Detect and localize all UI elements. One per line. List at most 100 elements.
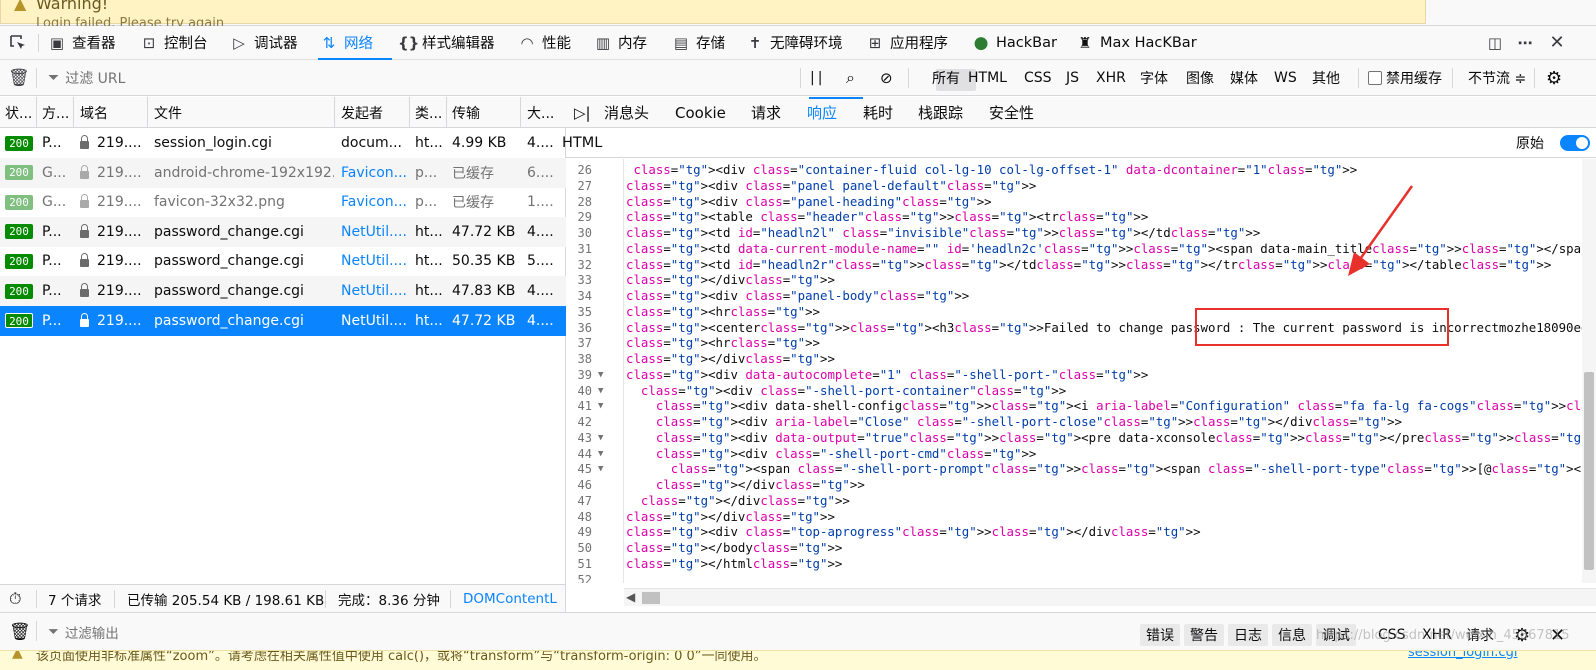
fold-toggle-icon[interactable]: ▼	[598, 367, 603, 383]
element-picker-button[interactable]	[8, 26, 28, 59]
timer-icon: ⏱	[9, 589, 22, 608]
filter-type-media[interactable]: 媒体	[1230, 60, 1258, 96]
search-button[interactable]: ⌕	[846, 60, 855, 96]
filter-type-xhr[interactable]: XHR	[1096, 60, 1126, 96]
tab-performance[interactable]: ◠ 性能	[518, 26, 571, 59]
cell-initiator: NetUtil....	[341, 283, 407, 299]
throttle-select[interactable]: 不节流 ≑	[1468, 60, 1526, 96]
filter-type-all[interactable]: 所有	[924, 60, 968, 96]
tab-security[interactable]: 安全性	[989, 97, 1034, 128]
tab-stack-trace[interactable]: 栈跟踪	[918, 97, 963, 128]
col-size[interactable]: 大...	[527, 97, 563, 128]
table-row[interactable]: 200 G... 219.... favicon-32x32.png Favicon..…	[0, 187, 566, 217]
funnel-icon: ⏷	[48, 70, 60, 86]
cell-type: ht...	[415, 283, 443, 299]
tab-response[interactable]: 响应	[807, 97, 837, 128]
tab-max-hackbar[interactable]: ♜ Max HacKBar	[1076, 26, 1196, 59]
network-settings-button[interactable]: ⚙	[1546, 60, 1562, 96]
col-method[interactable]: 方...	[42, 97, 72, 128]
tab-headers[interactable]: 消息头	[604, 97, 649, 128]
braces-icon: {}	[398, 33, 420, 52]
debugger-icon: ▷	[233, 33, 245, 52]
dock-side-button[interactable]: ◫	[1486, 26, 1510, 59]
console-filter-input[interactable]: ⏷ 过滤输出	[48, 618, 119, 646]
console-filter-errors[interactable]: 错误	[1140, 624, 1180, 646]
console-message-link[interactable]: session_login.cgi	[1408, 651, 1517, 660]
tab-timings[interactable]: 耗时	[863, 97, 893, 128]
dom-content-loaded: DOMContentL	[463, 591, 557, 607]
vertical-scrollbar[interactable]	[1582, 159, 1596, 583]
tab-request[interactable]: 请求	[751, 97, 781, 128]
raw-toggle-switch[interactable]	[1560, 135, 1590, 151]
scrollbar-thumb[interactable]	[1584, 372, 1594, 570]
filter-type-other[interactable]: 其他	[1312, 60, 1340, 96]
filter-type-image[interactable]: 图像	[1186, 60, 1214, 96]
tab-hackbar[interactable]: ● HackBar	[972, 26, 1057, 59]
line-number: 35	[577, 304, 592, 319]
col-file[interactable]: 文件	[154, 97, 334, 128]
filter-type-css[interactable]: CSS	[1024, 60, 1052, 96]
filter-type-font[interactable]: 字体	[1140, 60, 1168, 96]
table-row[interactable]: 200 P... 219.... password_change.cgi NetUtil…	[0, 216, 566, 247]
tab-application[interactable]: ⊞ 应用程序	[866, 26, 948, 59]
tab-cookie[interactable]: Cookie	[675, 97, 726, 128]
table-row[interactable]: 200 P... 219.... password_change.cgi NetUtil…	[0, 305, 566, 336]
more-options-button[interactable]: ⋯	[1516, 26, 1540, 59]
filter-type-ws[interactable]: WS	[1274, 60, 1297, 96]
tab-storage[interactable]: ▤ 存储	[672, 26, 725, 59]
response-code-view[interactable]: 26 27 28 29 30 31 32 33 34 35 36 37 38 39 ▼ 40 ▼ 41 ▼ 42 43 ▼…	[566, 159, 1582, 583]
block-button[interactable]: ⊘	[880, 60, 893, 96]
hscroll-thumb[interactable]	[642, 592, 660, 604]
cell-size: 1....	[527, 194, 554, 211]
table-row[interactable]: 200 P... 219.... session_login.cgi docum... h…	[0, 128, 566, 158]
pause-button[interactable]: ||	[810, 60, 825, 96]
requests-table: 状... 方... 域名 文件 发起者 类... 传输 大... 200 P...…	[0, 97, 566, 587]
fold-toggle-icon[interactable]: ▼	[598, 446, 603, 462]
toggle-sidebar-button[interactable]: ▷|	[574, 97, 591, 128]
console-filter-warnings[interactable]: 警告	[1184, 624, 1224, 646]
cell-transferred: 已缓存	[452, 165, 494, 182]
tab-console[interactable]: ⊡ 控制台	[140, 26, 208, 59]
close-devtools-button[interactable]: ✕	[1548, 26, 1572, 59]
horizontal-scrollbar[interactable]: ◀	[624, 588, 1596, 606]
status-badge: 200	[5, 283, 33, 299]
code-line: class="tg"></divclass="tg">>	[626, 508, 835, 524]
line-number: 31	[577, 241, 592, 256]
fold-toggle-icon[interactable]: ▼	[598, 430, 603, 446]
tab-style-editor[interactable]: {} 样式编辑器	[398, 26, 495, 59]
disable-cache-checkbox[interactable]: 禁用缓存	[1368, 60, 1442, 96]
col-transferred[interactable]: 传输	[452, 97, 520, 128]
url-filter-input[interactable]: ⏷ 过滤 URL	[48, 60, 748, 96]
filter-type-js[interactable]: JS	[1066, 60, 1079, 96]
tab-debugger[interactable]: ▷ 调试器	[230, 26, 297, 59]
code-line: class="tg"><div class="panel-heading"cla…	[626, 193, 992, 209]
cell-method: G...	[42, 164, 67, 181]
table-row[interactable]: 200 P... 219.... password_change.cgi NetUtil…	[0, 246, 566, 276]
col-status[interactable]: 状...	[5, 97, 35, 128]
table-row[interactable]: 200 P... 219.... password_change.cgi NetUtil…	[0, 276, 566, 306]
console-filter-logs[interactable]: 日志	[1228, 624, 1268, 646]
console-filter-info[interactable]: 信息	[1272, 624, 1312, 646]
line-number: 46	[577, 478, 592, 492]
fold-toggle-icon[interactable]: ▼	[598, 398, 603, 414]
tab-memory[interactable]: ▥ 内存	[594, 26, 647, 59]
col-type[interactable]: 类...	[415, 97, 445, 128]
clear-console-button[interactable]: 🗑	[9, 618, 31, 646]
code-line: class="tg"><div class="-shell-port-conta…	[640, 382, 1067, 398]
cell-size: 6....	[527, 164, 554, 181]
tab-network[interactable]: ⇅ 网络	[320, 26, 373, 59]
line-number-gutter: 26 27 28 29 30 31 32 33 34 35 36 37 38 39 ▼ 40 ▼ 41 ▼ 42 43 ▼…	[566, 159, 624, 583]
filter-type-html[interactable]: HTML	[968, 60, 1007, 96]
fold-toggle-icon[interactable]: ▼	[598, 383, 603, 399]
col-initiator[interactable]: 发起者	[341, 97, 407, 128]
scroll-left-icon[interactable]: ◀	[626, 590, 635, 604]
col-domain[interactable]: 域名	[80, 97, 144, 128]
table-row[interactable]: 200 G... 219.... android-chrome-192x192.png…	[0, 157, 566, 188]
tab-accessibility[interactable]: ✝ 无障碍环境	[746, 26, 843, 59]
clear-requests-button[interactable]: 🗑	[8, 60, 30, 96]
line-number: 28	[577, 194, 592, 209]
tab-inspector[interactable]: ▣ 查看器	[48, 26, 116, 59]
finish-time: 完成：8.36 分钟	[338, 593, 440, 609]
cell-initiator: docum...	[341, 135, 403, 151]
fold-toggle-icon[interactable]: ▼	[598, 461, 603, 477]
